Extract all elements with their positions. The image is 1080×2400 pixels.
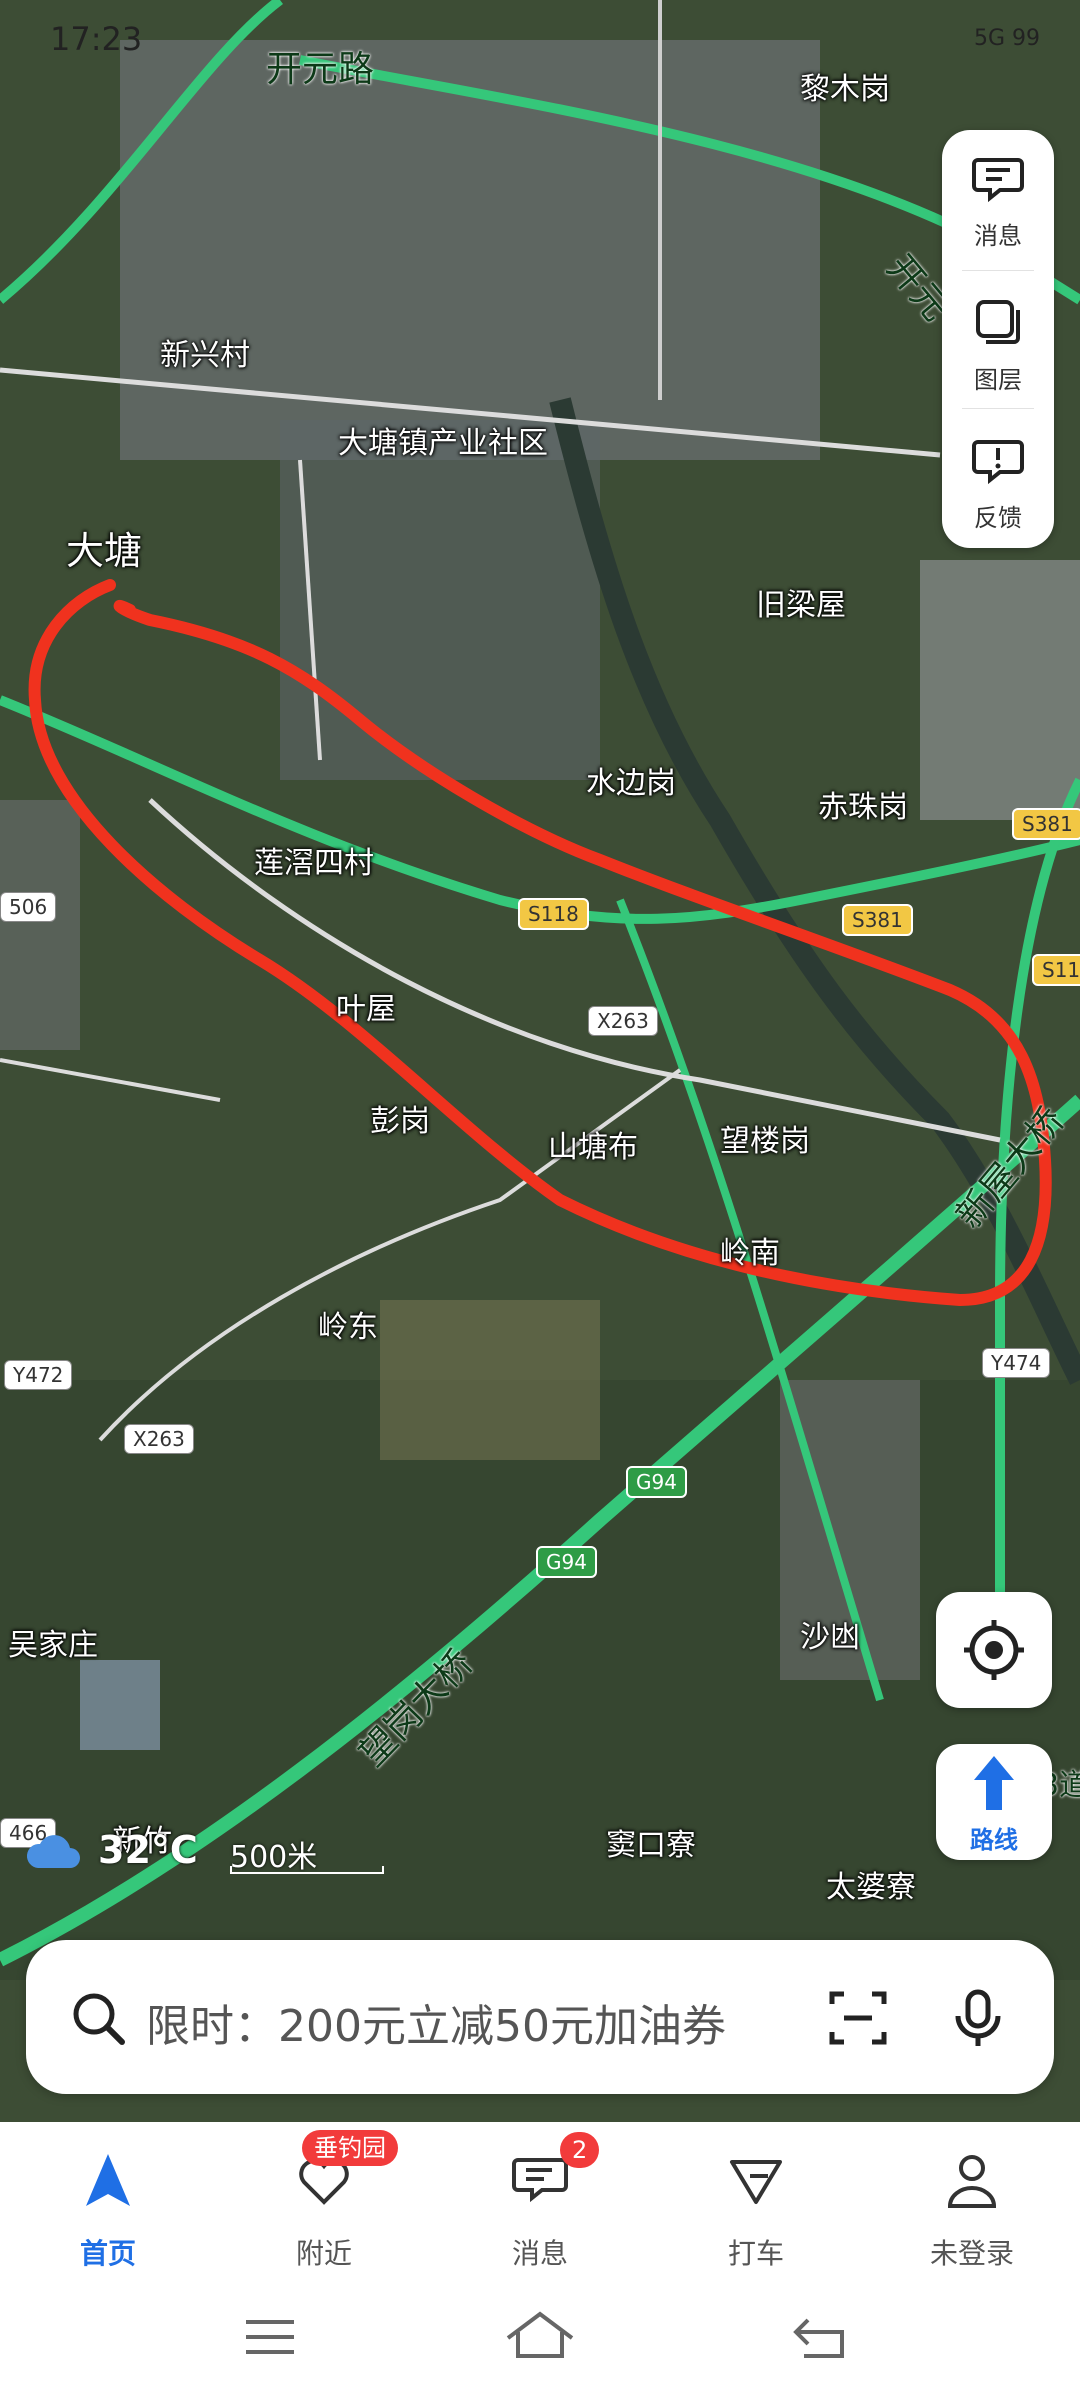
tab-taxi-label: 打车 xyxy=(727,2237,784,2270)
locate-button[interactable] xyxy=(936,1592,1052,1708)
weather-temp: 32°C xyxy=(98,1828,198,1872)
place-label: 彭岗 xyxy=(370,1104,430,1139)
route-arrow-icon xyxy=(974,1756,1014,1810)
search-input[interactable]: 限时：200元立减50元加油券 xyxy=(146,1990,726,2054)
search-bar[interactable]: 限时：200元立减50元加油券 xyxy=(26,1940,1054,2094)
place-label: 旧梁屋 xyxy=(756,588,846,623)
road-shield: G94 xyxy=(626,1466,687,1498)
feedback-button[interactable]: 反馈 xyxy=(942,412,1054,542)
road-shield: S381 xyxy=(842,904,913,936)
tab-taxi[interactable]: 打车 xyxy=(648,2122,864,2272)
messages-badge: 2 xyxy=(560,2132,600,2168)
place-label: 望楼岗 xyxy=(720,1124,810,1159)
tab-messages-label: 消息 xyxy=(511,2237,568,2270)
place-label: 吴家庄 xyxy=(8,1628,98,1663)
road-shield: S118 xyxy=(518,898,589,930)
status-time: 17:23 xyxy=(50,20,143,58)
message-icon xyxy=(512,2158,568,2203)
place-label: 大塘 xyxy=(66,529,143,573)
home-icon[interactable] xyxy=(504,2308,576,2362)
route-button[interactable]: 路线 xyxy=(936,1744,1052,1860)
messages-tool-label: 消息 xyxy=(974,222,1022,250)
place-label: 水边岗 xyxy=(586,766,676,801)
road-shield: S11 xyxy=(1032,954,1080,986)
tab-profile[interactable]: 未登录 xyxy=(864,2122,1080,2272)
place-label: 山塘布 xyxy=(548,1130,638,1165)
place-label: 太婆寮 xyxy=(826,1870,916,1905)
user-icon xyxy=(947,2155,997,2208)
place-label: 窦口寮 xyxy=(606,1828,696,1863)
feedback-icon xyxy=(972,440,1024,485)
place-label: 新兴村 xyxy=(160,338,250,373)
tab-home[interactable]: 首页 xyxy=(0,2122,216,2272)
tab-home-label: 首页 xyxy=(79,2237,136,2270)
road-shield: G94 xyxy=(536,1546,597,1578)
search-icon xyxy=(73,1993,125,2045)
scan-icon[interactable] xyxy=(826,1986,890,2050)
system-nav-bar xyxy=(0,2272,1080,2400)
back-icon[interactable] xyxy=(790,2312,850,2362)
place-label: 莲滘四村 xyxy=(254,846,374,881)
place-label: 岭东 xyxy=(318,1310,378,1345)
divider xyxy=(962,270,1034,271)
message-icon xyxy=(972,158,1024,203)
locate-icon xyxy=(964,1620,1024,1680)
road-shield: Y472 xyxy=(4,1360,73,1390)
scale-bar xyxy=(230,1866,384,1874)
feedback-label: 反馈 xyxy=(974,504,1022,532)
road-shield: 506 xyxy=(0,892,57,922)
road-shield: Y474 xyxy=(982,1348,1051,1378)
place-label: 叶屋 xyxy=(336,992,396,1027)
map-tools-panel: 消息 图层 反馈 xyxy=(942,130,1054,548)
place-label: 岭南 xyxy=(720,1236,780,1271)
home-arrow-icon xyxy=(86,2154,130,2206)
tab-nearby-label: 附近 xyxy=(295,2237,352,2270)
place-label: 赤珠岗 xyxy=(818,790,908,825)
status-bar: 17:23 5G 99 xyxy=(0,0,1080,80)
menu-icon[interactable] xyxy=(240,2312,300,2362)
messages-tool-button[interactable]: 消息 xyxy=(942,130,1054,260)
divider xyxy=(962,408,1034,409)
layers-icon xyxy=(976,300,1020,344)
tab-profile-label: 未登录 xyxy=(929,2237,1014,2270)
map-scale: 500米 xyxy=(230,1832,384,1876)
microphone-icon[interactable] xyxy=(946,1986,1010,2050)
bottom-nav: 首页 垂钓园 附近 2 消息 打车 未登录 xyxy=(0,2122,1080,2272)
road-shield: X263 xyxy=(124,1424,194,1454)
route-label: 路线 xyxy=(970,1826,1018,1854)
cloud-icon xyxy=(26,1835,80,1868)
place-label: 沙凼 xyxy=(800,1620,860,1655)
road-shield: S381 xyxy=(1012,808,1080,840)
place-label: 大塘镇产业社区 xyxy=(338,426,548,461)
tab-messages[interactable]: 2 消息 xyxy=(432,2122,648,2272)
layers-label: 图层 xyxy=(974,366,1022,394)
nearby-badge: 垂钓园 xyxy=(302,2130,398,2166)
taxi-icon xyxy=(730,2160,782,2204)
tab-nearby[interactable]: 垂钓园 附近 xyxy=(216,2122,432,2272)
status-icons: 5G 99 xyxy=(973,26,1040,51)
road-shield: X263 xyxy=(588,1006,658,1036)
layers-button[interactable]: 图层 xyxy=(942,274,1054,404)
